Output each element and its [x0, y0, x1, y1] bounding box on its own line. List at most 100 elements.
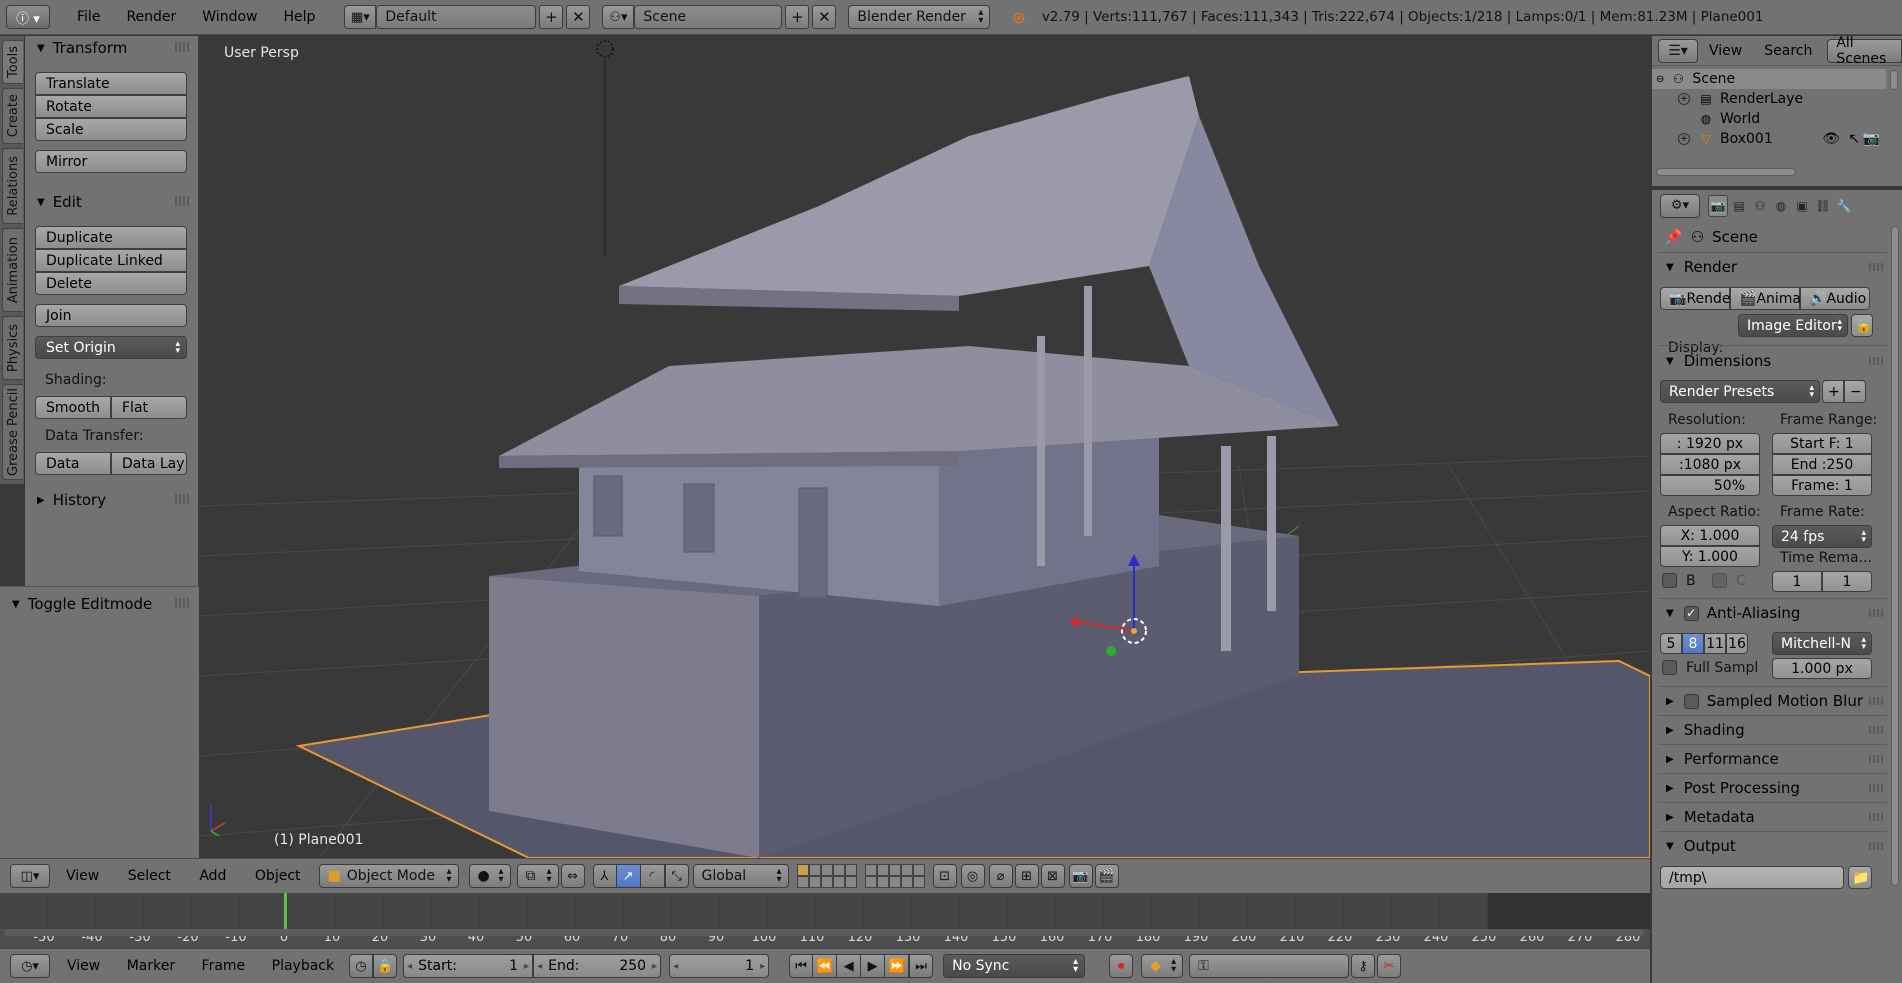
play-icon[interactable]: ▶: [861, 954, 886, 978]
editor-type-button[interactable]: ⓘ ▾: [6, 5, 50, 29]
drag-grip-icon[interactable]: [1869, 357, 1883, 365]
jump-start-icon[interactable]: ⏮: [789, 954, 814, 978]
panel-transform-header[interactable]: ▼ Transform: [25, 36, 199, 60]
menu-render[interactable]: Render: [113, 9, 189, 25]
menu-add[interactable]: Add: [187, 868, 238, 884]
panel-dimensions-header[interactable]: ▼ Dimensions: [1660, 348, 1885, 374]
layers-group-2[interactable]: [864, 864, 925, 888]
drag-grip-icon[interactable]: [1869, 263, 1883, 271]
add-layout-icon[interactable]: +: [539, 5, 564, 29]
menu-search[interactable]: Search: [1753, 43, 1823, 59]
editor-type-button[interactable]: ◫▾: [10, 864, 50, 888]
constraints-tab-icon[interactable]: ⛓: [1813, 195, 1833, 217]
menu-frame[interactable]: Frame: [191, 958, 257, 974]
aa-samples-8[interactable]: 8: [1682, 633, 1704, 654]
properties-scrollbar[interactable]: [1891, 226, 1899, 886]
translate-button[interactable]: Translate: [35, 72, 187, 95]
menu-view[interactable]: View: [54, 868, 111, 884]
aa-samples-16[interactable]: 16: [1726, 633, 1748, 654]
3d-viewport[interactable]: User Persp (1) Plane001: [199, 36, 1650, 858]
timeline-track[interactable]: [0, 893, 1650, 929]
jump-keyframe-forward-icon[interactable]: ⏩: [885, 954, 910, 978]
drag-grip-icon[interactable]: [175, 598, 189, 608]
render-engine-dropdown[interactable]: Blender Render ▴ ▾: [848, 5, 991, 29]
tab-relations[interactable]: Relations: [2, 148, 23, 224]
visibility-eye-icon[interactable]: 👁: [1822, 131, 1840, 147]
rotate-manipulator-icon[interactable]: ◜: [640, 864, 665, 888]
opengl-animation-icon[interactable]: 🎬: [1094, 864, 1119, 888]
outliner-row-renderlayers[interactable]: + ▤ RenderLaye: [1652, 89, 1886, 109]
menu-marker[interactable]: Marker: [116, 958, 186, 974]
outliner-vscrollbar[interactable]: [1890, 70, 1898, 90]
outliner-hscrollbar[interactable]: [1656, 168, 1796, 176]
display-dropdown[interactable]: Image Editor ▴ ▾: [1738, 314, 1848, 337]
outliner-row-world[interactable]: ◍ World: [1652, 109, 1886, 129]
border-checkbox[interactable]: [1662, 573, 1677, 588]
menu-help[interactable]: Help: [270, 9, 328, 25]
delete-button[interactable]: Delete: [35, 272, 187, 295]
output-path-field[interactable]: /tmp\: [1660, 866, 1844, 889]
manipulator-toggle-icon[interactable]: ⅄: [592, 864, 617, 888]
drag-grip-icon[interactable]: [175, 494, 189, 504]
panel-output-header[interactable]: ▼ Output: [1660, 833, 1885, 859]
menu-playback[interactable]: Playback: [261, 958, 345, 974]
drag-grip-icon[interactable]: [175, 196, 189, 206]
timeline-scrollbar[interactable]: [4, 929, 1644, 936]
editor-type-button[interactable]: ⚙▾: [1660, 193, 1700, 218]
tab-animation[interactable]: Animation: [2, 228, 23, 312]
duplicate-button[interactable]: Duplicate: [35, 226, 187, 249]
add-preset-icon[interactable]: +: [1822, 380, 1844, 403]
lock-camera-icon[interactable]: ⊡: [932, 864, 957, 888]
time-remap-new-field[interactable]: 1: [1822, 571, 1872, 592]
scale-manipulator-icon[interactable]: ⤡: [664, 864, 689, 888]
panel-performance-header[interactable]: ▶ Performance: [1660, 746, 1885, 772]
tab-create[interactable]: Create: [2, 88, 23, 144]
panel-anti-aliasing-header[interactable]: ▼ ✓ Anti-Aliasing: [1660, 600, 1885, 626]
render-audio-button[interactable]: 🔊 Audio: [1800, 287, 1870, 310]
resolution-x-field[interactable]: : 1920 px: [1660, 433, 1760, 454]
object-tab-icon[interactable]: ▣: [1792, 195, 1812, 217]
outliner-row-scene[interactable]: ⊖ ⚇ Scene: [1652, 69, 1886, 89]
render-animation-button[interactable]: 🎬 Animat: [1730, 287, 1806, 310]
rotate-button[interactable]: Rotate: [35, 95, 187, 118]
y-gizmo-handle[interactable]: [1106, 646, 1116, 656]
panel-operator-header[interactable]: ▼ Toggle Editmode: [0, 592, 199, 616]
render-tab-icon[interactable]: 📷: [1708, 194, 1728, 217]
aa-samples-5[interactable]: 5: [1660, 633, 1682, 654]
remove-layout-icon[interactable]: ✕: [566, 5, 591, 29]
scene-tab-icon[interactable]: ⚇: [1750, 195, 1770, 217]
shading-mode-dropdown[interactable]: ● ▴ ▾: [468, 864, 511, 888]
play-reverse-icon[interactable]: ◀: [837, 954, 862, 978]
insert-keyframe-icon[interactable]: ⚷: [1351, 954, 1376, 978]
remove-scene-icon[interactable]: ✕: [812, 5, 837, 29]
menu-object[interactable]: Object: [243, 868, 313, 884]
add-scene-icon[interactable]: +: [785, 5, 810, 29]
preview-range-icon[interactable]: ◷: [349, 954, 374, 978]
frame-rate-dropdown[interactable]: 24 fps ▴ ▾: [1772, 525, 1872, 548]
panel-render-header[interactable]: ▼ Render: [1660, 254, 1885, 280]
origins-only-icon[interactable]: ⇔: [560, 864, 585, 888]
translate-manipulator-icon[interactable]: ↗: [616, 864, 641, 888]
scene-icon[interactable]: ⚇▾: [602, 5, 635, 29]
scale-button[interactable]: Scale: [35, 118, 187, 141]
drag-grip-icon[interactable]: [175, 42, 189, 52]
selectable-arrow-icon[interactable]: ↖: [1848, 131, 1860, 147]
resolution-y-field[interactable]: :1080 px: [1660, 454, 1760, 475]
editor-type-button[interactable]: ☰▾: [1658, 38, 1698, 63]
resolution-percentage-field[interactable]: 50%: [1660, 475, 1760, 496]
pin-icon[interactable]: 📌: [1664, 228, 1683, 246]
panel-history-header[interactable]: ▶ History: [25, 488, 199, 512]
lamp-icon[interactable]: [596, 40, 614, 58]
drag-grip-icon[interactable]: [1869, 813, 1883, 821]
render-presets-dropdown[interactable]: Render Presets ▴ ▾: [1660, 380, 1820, 403]
keying-set-dropdown[interactable]: ◆ ▴ ▾: [1141, 954, 1184, 978]
tab-grease-pencil[interactable]: Grease Pencil: [2, 384, 23, 480]
aspect-x-field[interactable]: X: 1.000: [1660, 525, 1760, 546]
render-still-button[interactable]: 📷 Render: [1660, 287, 1736, 310]
data-layout-button[interactable]: Data Lay: [111, 452, 187, 475]
aa-filter-dropdown[interactable]: Mitchell-N ▴ ▾: [1772, 632, 1872, 655]
start-frame-field[interactable]: Start: 1: [403, 954, 534, 978]
aa-samples-11[interactable]: 11: [1704, 633, 1726, 654]
end-frame-field[interactable]: End: 250: [533, 954, 662, 978]
render-layers-tab-icon[interactable]: ▤: [1729, 195, 1749, 217]
